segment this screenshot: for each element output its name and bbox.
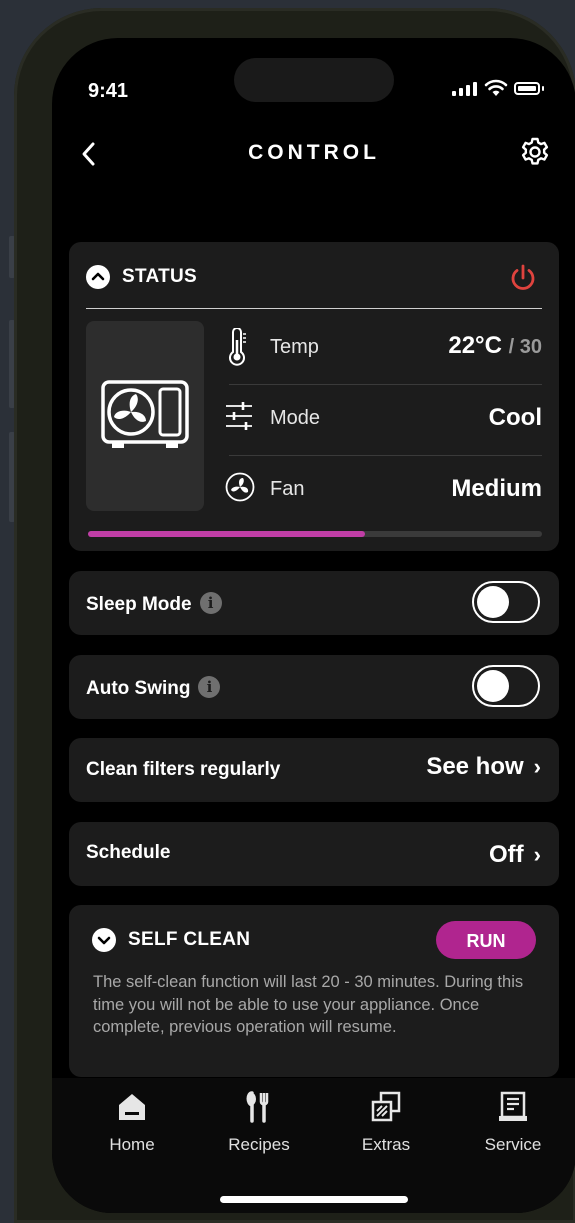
chevron-left-icon	[82, 142, 95, 166]
chevron-down-icon[interactable]	[92, 928, 116, 952]
chevron-right-icon: ›	[533, 842, 541, 867]
fan-label: Fan	[270, 478, 305, 500]
ac-outdoor-unit-icon	[101, 380, 189, 448]
schedule-value-link[interactable]: Off ›	[489, 841, 541, 869]
extras-icon	[371, 1091, 401, 1122]
temp-label: Temp	[270, 336, 319, 358]
home-indicator[interactable]	[220, 1196, 408, 1203]
chevron-up-icon[interactable]	[86, 265, 110, 289]
auto-swing-toggle[interactable]	[472, 665, 540, 707]
tab-home-label: Home	[109, 1135, 155, 1154]
tab-bar: Home Recipes Extras Service	[52, 1078, 575, 1213]
back-button[interactable]	[78, 138, 98, 175]
mode-value[interactable]: Cool	[489, 404, 542, 432]
status-divider	[86, 308, 542, 309]
tab-extras-label: Extras	[361, 1135, 411, 1154]
sliders-icon	[226, 402, 252, 430]
page-title: CONTROL	[248, 141, 380, 164]
status-progress-fill	[88, 531, 365, 537]
fork-knife-icon	[246, 1091, 269, 1123]
sleep-mode-row: Sleep Mode i	[69, 571, 559, 635]
temp-max: / 30	[508, 336, 542, 358]
self-clean-description: The self-clean function will last 20 - 3…	[93, 973, 524, 1036]
status-card: STATUS Temp 22°C / 30 Mode Cool Fan Medi…	[69, 242, 559, 551]
sleep-mode-label: Sleep Mode	[86, 594, 192, 615]
fan-value[interactable]: Medium	[451, 475, 542, 503]
clean-filters-row[interactable]: Clean filters regularly See how ›	[69, 738, 559, 802]
device-image	[86, 321, 204, 511]
gear-icon[interactable]	[519, 136, 551, 168]
toggle-knob	[477, 670, 509, 702]
chevron-right-icon: ›	[533, 754, 541, 779]
info-icon[interactable]: i	[198, 676, 221, 698]
battery-icon	[514, 82, 540, 95]
dynamic-island	[234, 58, 394, 102]
run-button[interactable]: RUN	[436, 921, 536, 959]
see-how-link[interactable]: See how ›	[426, 753, 541, 781]
status-title: STATUS	[122, 266, 197, 287]
tab-service[interactable]: Service	[458, 1090, 568, 1155]
tab-service-label: Service	[484, 1135, 542, 1154]
mode-label: Mode	[270, 407, 321, 429]
schedule-row[interactable]: Schedule Off ›	[69, 822, 559, 886]
wifi-icon	[484, 79, 508, 96]
info-icon[interactable]: i	[199, 592, 222, 614]
auto-swing-row: Auto Swing i	[69, 655, 559, 719]
auto-swing-label-wrap: Auto Swing i	[86, 676, 221, 700]
phone-screen: 9:41 CONTROL STATUS Temp 22°C / 30 Mode …	[52, 38, 575, 1213]
temp-value[interactable]: 22°C / 30	[448, 332, 542, 360]
auto-swing-label: Auto Swing	[86, 678, 191, 699]
row-divider	[229, 455, 542, 456]
row-divider	[229, 384, 542, 385]
tab-recipes-label: Recipes	[228, 1135, 290, 1154]
self-clean-title: SELF CLEAN	[128, 929, 251, 950]
see-how-label: See how	[426, 753, 524, 780]
service-icon	[499, 1091, 527, 1121]
tab-extras[interactable]: Extras	[331, 1090, 441, 1155]
sleep-mode-toggle[interactable]	[472, 581, 540, 623]
schedule-label: Schedule	[86, 842, 171, 863]
status-time: 9:41	[88, 80, 129, 102]
self-clean-card: SELF CLEAN RUN The self-clean function w…	[69, 905, 559, 1077]
toggle-knob	[477, 586, 509, 618]
cellular-signal-icon	[452, 82, 477, 96]
schedule-value: Off	[489, 841, 524, 868]
battery-tip	[542, 86, 544, 91]
power-icon[interactable]	[507, 262, 539, 294]
status-progress-bar	[88, 531, 542, 537]
home-icon	[119, 1094, 145, 1120]
phone-frame: 9:41 CONTROL STATUS Temp 22°C / 30 Mode …	[14, 8, 575, 1223]
temp-current: 22°C	[448, 332, 502, 359]
tab-recipes[interactable]: Recipes	[204, 1090, 314, 1155]
sleep-mode-label-wrap: Sleep Mode i	[86, 592, 222, 616]
thermometer-icon	[229, 328, 246, 366]
fan-icon	[225, 472, 255, 502]
tab-home[interactable]: Home	[77, 1090, 187, 1155]
clean-filters-label: Clean filters regularly	[86, 759, 281, 780]
